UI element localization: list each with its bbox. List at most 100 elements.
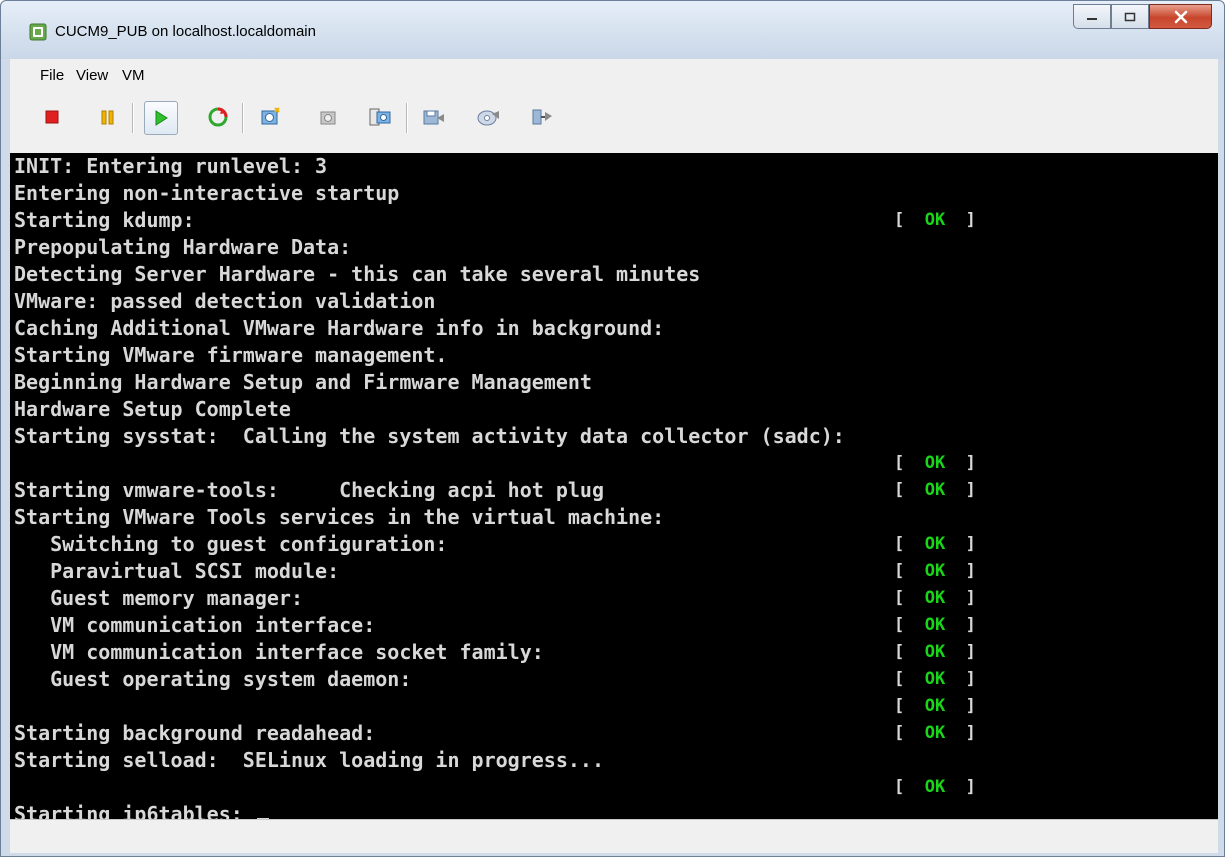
ok-status: [ OK ] (894, 774, 976, 801)
ok-status: [ OK ] (894, 477, 976, 504)
ok-bracket-close: ] (945, 534, 976, 554)
ok-bracket-close: ] (945, 588, 976, 608)
console-line: VM communication interface socket family… (14, 640, 544, 664)
ok-label: OK (924, 561, 946, 581)
vsphere-app-icon (29, 23, 47, 41)
window-title: CUCM9_PUB on localhost.localdomain (55, 23, 316, 40)
console-line: Beginning Hardware Setup and Firmware Ma… (14, 370, 592, 394)
ok-label: OK (924, 453, 946, 473)
snapshot-manager-button[interactable] (364, 101, 396, 133)
ok-status: [ OK ] (894, 207, 976, 234)
suspend-icon (101, 110, 114, 125)
ok-bracket-close: ] (945, 669, 976, 689)
ok-label: OK (924, 615, 946, 635)
ok-label: OK (924, 669, 946, 689)
console-line: Switching to guest configuration: (14, 532, 448, 556)
console-line: Entering non-interactive startup (14, 181, 400, 205)
ok-status: [ OK ] (894, 585, 976, 612)
console-line: Caching Additional VMware Hardware info … (14, 316, 665, 340)
connect-network-button[interactable] (526, 101, 558, 133)
ok-status: [ OK ] (894, 612, 976, 639)
power-on-icon (155, 110, 168, 126)
menu-vm[interactable]: VM (122, 67, 145, 84)
ok-bracket-close: ] (945, 480, 976, 500)
status-bar (10, 819, 1218, 853)
connect-network-icon (532, 109, 552, 125)
console-line: Paravirtual SCSI module: (14, 559, 340, 583)
ok-bracket-open: [ (894, 669, 925, 689)
close-icon (1174, 10, 1187, 23)
ok-bracket-close: ] (945, 777, 976, 797)
reset-button[interactable] (202, 101, 234, 133)
ok-bracket-open: [ (894, 723, 925, 743)
power-off-button[interactable] (36, 101, 68, 133)
console-line: VMware: passed detection validation (14, 289, 436, 313)
menu-file[interactable]: File (40, 67, 64, 84)
ok-label: OK (924, 723, 946, 743)
ok-bracket-open: [ (894, 210, 925, 230)
ok-bracket-close: ] (945, 642, 976, 662)
console-line: Starting VMware Tools services in the vi… (14, 505, 665, 529)
ok-label: OK (924, 642, 946, 662)
revert-snapshot-icon (320, 111, 336, 125)
connect-cdrom-button[interactable] (472, 101, 504, 133)
ok-bracket-close: ] (945, 696, 976, 716)
ok-bracket-close: ] (945, 453, 976, 473)
ok-status: [ OK ] (894, 450, 976, 477)
ok-bracket-open: [ (894, 777, 925, 797)
ok-bracket-open: [ (894, 534, 925, 554)
ok-bracket-open: [ (894, 642, 925, 662)
console-line: VM communication interface: (14, 613, 376, 637)
toolbar-separator (242, 103, 244, 133)
ok-bracket-open: [ (894, 561, 925, 581)
take-snapshot-icon (261, 107, 280, 125)
toolbar (10, 91, 1218, 151)
snapshot-manager-icon (369, 108, 391, 126)
console-line: Starting sysstat: Calling the system act… (14, 424, 845, 448)
power-off-icon (45, 110, 59, 124)
ok-label: OK (924, 696, 946, 716)
maximize-icon (1124, 12, 1136, 21)
console-line: Starting vmware-tools: Checking acpi hot… (14, 478, 605, 502)
ok-bracket-open: [ (894, 696, 925, 716)
menu-view[interactable]: View (76, 67, 108, 84)
connect-floppy-button[interactable] (418, 101, 450, 133)
revert-snapshot-button[interactable] (312, 101, 344, 133)
console-line: Guest memory manager: (14, 586, 303, 610)
ok-status: [ OK ] (894, 693, 976, 720)
console-line: Hardware Setup Complete (14, 397, 291, 421)
toolbar-separator (406, 103, 408, 133)
console-line: Prepopulating Hardware Data: (14, 235, 352, 259)
minimize-button[interactable] (1073, 4, 1111, 29)
ok-bracket-open: [ (894, 480, 925, 500)
power-on-button[interactable] (144, 101, 178, 135)
maximize-button[interactable] (1111, 4, 1149, 29)
ok-bracket-close: ] (945, 723, 976, 743)
ok-bracket-open: [ (894, 615, 925, 635)
ok-label: OK (924, 588, 946, 608)
close-button[interactable] (1149, 4, 1212, 29)
console-line: Starting background readahead: (14, 721, 376, 745)
ok-label: OK (924, 480, 946, 500)
toolbar-separator (132, 103, 134, 133)
vm-console-window: CUCM9_PUB on localhost.localdomain File … (0, 0, 1225, 857)
ok-bracket-open: [ (894, 588, 925, 608)
ok-status: [ OK ] (894, 531, 976, 558)
take-snapshot-button[interactable] (254, 101, 286, 133)
ok-label: OK (924, 534, 946, 554)
console-line: Starting kdump: (14, 208, 195, 232)
ok-status: [ OK ] (894, 558, 976, 585)
vm-console-screen[interactable]: INIT: Entering runlevel: 3 Entering non-i… (10, 153, 1218, 819)
console-line: Starting selload: SELinux loading in pro… (14, 748, 605, 772)
ok-label: OK (924, 777, 946, 797)
ok-status: [ OK ] (894, 720, 976, 747)
console-line: Starting VMware firmware management. (14, 343, 448, 367)
title-bar[interactable]: CUCM9_PUB on localhost.localdomain (1, 1, 1224, 59)
console-line: Starting ip6tables: (14, 801, 269, 819)
window-controls (1073, 4, 1212, 29)
suspend-button[interactable] (92, 101, 124, 133)
minimize-icon (1087, 17, 1097, 20)
ok-bracket-close: ] (945, 615, 976, 635)
reset-icon (208, 107, 228, 127)
console-line: INIT: Entering runlevel: 3 (14, 154, 328, 178)
